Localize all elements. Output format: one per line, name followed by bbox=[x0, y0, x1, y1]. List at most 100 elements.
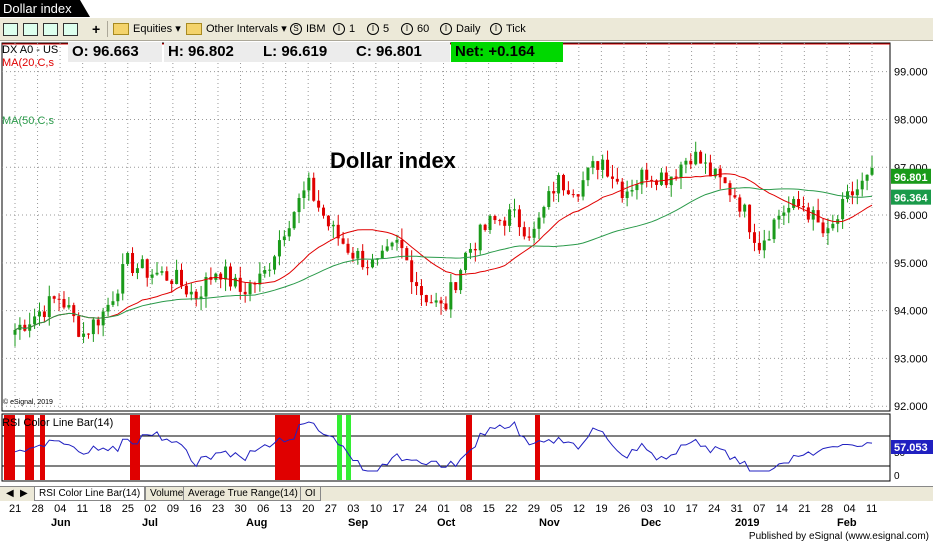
chart-area[interactable]: 99.000 98.000 97.000 96.000 95.000 94.000 93.0… bbox=[0, 41, 933, 545]
rsi-label[interactable]: RSI Color Line Bar(14) bbox=[2, 417, 113, 429]
symbol-label[interactable]: DX A0 - US bbox=[2, 44, 58, 56]
add-icon[interactable]: + bbox=[92, 21, 100, 37]
x-day-label: 05 bbox=[550, 503, 562, 515]
open-value: O: 96.663 bbox=[68, 42, 162, 62]
price-bar-body bbox=[131, 253, 135, 274]
price-bar-body bbox=[282, 236, 286, 241]
price-bar-body bbox=[57, 298, 61, 300]
equities-dropdown[interactable]: Equities ▾ bbox=[113, 21, 181, 37]
interval-5[interactable]: I5 bbox=[367, 21, 389, 37]
price-tick-label: 94.000 bbox=[894, 306, 928, 318]
price-bar-body bbox=[37, 311, 41, 317]
price-bar-body bbox=[248, 283, 252, 295]
interval-60[interactable]: I 60 bbox=[401, 21, 429, 37]
price-bar-body bbox=[126, 253, 130, 265]
price-bar-body bbox=[312, 177, 316, 201]
tab-oi[interactable]: OI bbox=[300, 487, 321, 501]
interval-tick[interactable]: I Tick bbox=[490, 21, 526, 37]
price-bar-body bbox=[405, 248, 409, 261]
price-bar-body bbox=[625, 191, 629, 199]
save-icon[interactable] bbox=[63, 21, 78, 37]
price-bar-body bbox=[792, 199, 796, 208]
x-day-label: 04 bbox=[843, 503, 855, 515]
price-bar-body bbox=[170, 280, 174, 285]
price-bar-body bbox=[233, 277, 237, 287]
tab-volume[interactable]: Volume bbox=[145, 487, 189, 501]
x-day-label: 13 bbox=[280, 503, 292, 515]
interval-label: IBM bbox=[306, 23, 326, 35]
price-bar-body bbox=[263, 269, 267, 274]
price-bar-body bbox=[674, 176, 678, 178]
layout-icon[interactable] bbox=[3, 21, 18, 37]
price-bar-body bbox=[62, 298, 66, 308]
price-bar-body bbox=[380, 250, 384, 259]
link-icon[interactable] bbox=[23, 21, 38, 37]
price-bar-body bbox=[797, 199, 801, 207]
ma20-label[interactable]: MA(20,C,s bbox=[2, 57, 54, 69]
rsi-oversold-bar bbox=[337, 415, 342, 480]
price-bar-body bbox=[160, 271, 164, 273]
interval-icon: I bbox=[440, 23, 452, 36]
price-bar-body bbox=[111, 301, 115, 305]
x-day-label: 17 bbox=[686, 503, 698, 515]
price-bar-body bbox=[772, 219, 776, 240]
interval-daily[interactable]: I Daily bbox=[440, 21, 480, 37]
price-bar-body bbox=[145, 259, 149, 278]
price-bar-body bbox=[841, 198, 845, 220]
tab-rsi[interactable]: RSI Color Line Bar(14) bbox=[34, 487, 146, 501]
price-bar-body bbox=[52, 296, 56, 299]
tab-atr[interactable]: Average True Range(14) bbox=[183, 487, 303, 501]
price-bar-body bbox=[527, 236, 531, 238]
x-month-label: Oct bbox=[437, 517, 456, 529]
x-day-label: 30 bbox=[235, 503, 247, 515]
x-day-label: 07 bbox=[753, 503, 765, 515]
price-bar-body bbox=[366, 267, 370, 269]
price-bar-body bbox=[444, 303, 448, 310]
price-bar-body bbox=[390, 242, 394, 247]
price-bar-body bbox=[806, 207, 810, 220]
price-bar-body bbox=[346, 243, 350, 253]
ma50-label[interactable]: MA(50,C,s bbox=[2, 115, 54, 127]
price-bar-body bbox=[635, 184, 639, 191]
price-bar-body bbox=[194, 291, 198, 299]
price-bar-body bbox=[699, 151, 703, 164]
net-change: Net: +0.164 bbox=[451, 42, 563, 62]
price-bar-body bbox=[723, 177, 727, 184]
price-bar-body bbox=[268, 269, 272, 271]
x-day-label: 21 bbox=[798, 503, 810, 515]
x-month-label: Nov bbox=[539, 517, 561, 529]
price-bar-body bbox=[189, 291, 193, 295]
interval-label: 1 bbox=[349, 23, 356, 35]
interval-icon: I bbox=[401, 23, 413, 36]
price-bar-body bbox=[498, 220, 502, 222]
other-intervals-dropdown[interactable]: Other Intervals ▾ bbox=[186, 21, 287, 37]
price-bar-body bbox=[846, 191, 850, 199]
price-bar-body bbox=[537, 217, 541, 229]
price-bar-body bbox=[277, 240, 281, 257]
price-tick-label: 98.000 bbox=[894, 114, 928, 126]
window-title[interactable]: Dollar index bbox=[0, 0, 90, 17]
price-bar-body bbox=[297, 197, 301, 213]
x-day-label: 11 bbox=[866, 503, 877, 515]
price-chart[interactable]: 99.00098.00097.00096.00095.00094.00093.0… bbox=[0, 41, 933, 545]
price-bar-body bbox=[140, 259, 144, 269]
price-bar-body bbox=[273, 256, 277, 270]
price-bar-body bbox=[287, 228, 291, 237]
price-bar-body bbox=[331, 224, 335, 227]
price-tick-label: 95.000 bbox=[894, 258, 928, 270]
price-bar-body bbox=[860, 180, 864, 190]
price-bar-body bbox=[150, 274, 154, 278]
price-bar-body bbox=[106, 304, 110, 312]
high-value: H: 96.802 bbox=[164, 42, 260, 62]
low-value: L: 96.619 bbox=[259, 42, 353, 62]
interval-ibm[interactable]: S IBM bbox=[290, 21, 326, 37]
scroll-right-icon[interactable]: ▶ bbox=[16, 487, 32, 500]
copy-icon[interactable] bbox=[43, 21, 58, 37]
price-bar-body bbox=[42, 311, 46, 318]
x-day-label: 10 bbox=[663, 503, 675, 515]
x-day-label: 03 bbox=[640, 503, 652, 515]
last-price-label: 96.801 bbox=[894, 172, 928, 184]
price-bar-body bbox=[782, 212, 786, 216]
x-day-label: 14 bbox=[776, 503, 788, 515]
interval-1[interactable]: I1 bbox=[333, 21, 355, 37]
